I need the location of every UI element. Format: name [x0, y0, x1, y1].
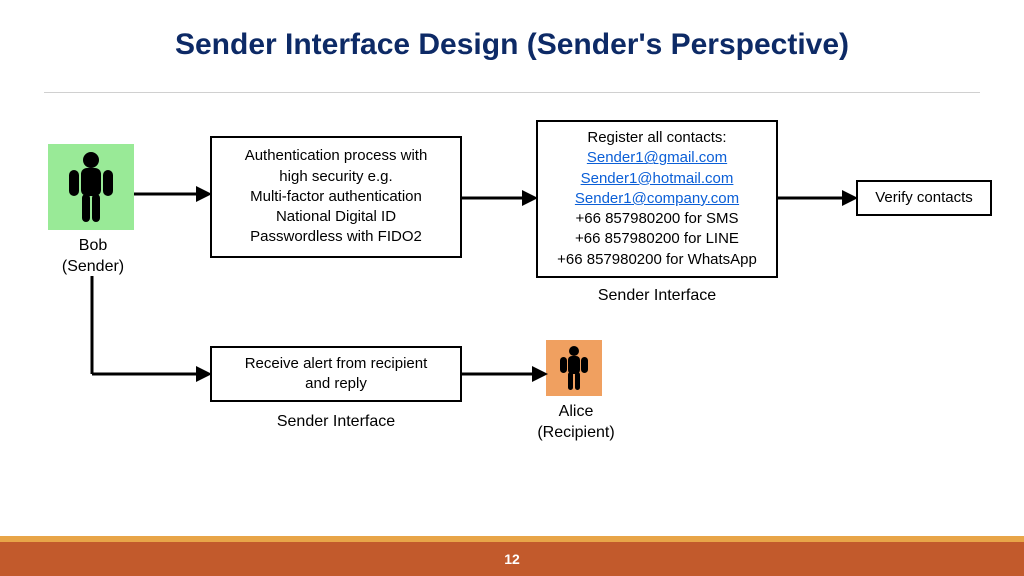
arrow-register-to-verify — [778, 186, 860, 210]
contact-phone: +66 857980200 for SMS — [575, 209, 738, 229]
auth-line: Authentication process with — [245, 146, 428, 166]
auth-line: high security e.g. — [279, 167, 392, 187]
title-divider — [44, 92, 980, 93]
register-box: Register all contacts: Sender1@gmail.com… — [536, 120, 778, 278]
sender-interface-caption-top: Sender Interface — [536, 286, 778, 307]
actor-alice-role: (Recipient) — [537, 424, 614, 441]
actor-bob-name: Bob — [79, 237, 107, 254]
actor-alice — [546, 340, 602, 396]
actor-alice-name: Alice — [559, 403, 594, 420]
arrow-auth-to-register — [462, 186, 540, 210]
page-number: 12 — [504, 551, 520, 567]
contact-email-link[interactable]: Sender1@hotmail.com — [581, 169, 734, 189]
slide-title: Sender Interface Design (Sender's Perspe… — [0, 28, 1024, 62]
reply-line: Receive alert from recipient — [245, 354, 428, 374]
verify-label: Verify contacts — [875, 188, 973, 208]
contact-email-link[interactable]: Sender1@company.com — [575, 189, 739, 209]
person-icon — [546, 340, 602, 396]
auth-line: Multi-factor authentication — [250, 187, 422, 207]
slide-footer: 12 — [0, 536, 1024, 576]
actor-bob-label: Bob (Sender) — [46, 236, 140, 278]
actor-alice-label: Alice (Recipient) — [516, 402, 636, 444]
person-icon — [48, 144, 134, 230]
contact-email-link[interactable]: Sender1@gmail.com — [587, 148, 727, 168]
contact-phone: +66 857980200 for WhatsApp — [557, 250, 757, 270]
actor-bob — [48, 144, 134, 230]
arrow-bob-to-auth — [134, 182, 214, 206]
arrow-reply-to-alice — [462, 362, 550, 386]
arrow-bob-to-reply — [88, 276, 214, 386]
auth-line: Passwordless with FIDO2 — [250, 227, 422, 247]
contact-phone: +66 857980200 for LINE — [575, 229, 739, 249]
auth-box: Authentication process with high securit… — [210, 136, 462, 258]
reply-line: and reply — [305, 374, 367, 394]
sender-interface-caption-bottom: Sender Interface — [210, 412, 462, 433]
verify-box: Verify contacts — [856, 180, 992, 216]
auth-line: National Digital ID — [276, 207, 396, 227]
actor-bob-role: (Sender) — [62, 258, 124, 275]
register-header: Register all contacts: — [587, 128, 726, 148]
reply-box: Receive alert from recipient and reply — [210, 346, 462, 402]
